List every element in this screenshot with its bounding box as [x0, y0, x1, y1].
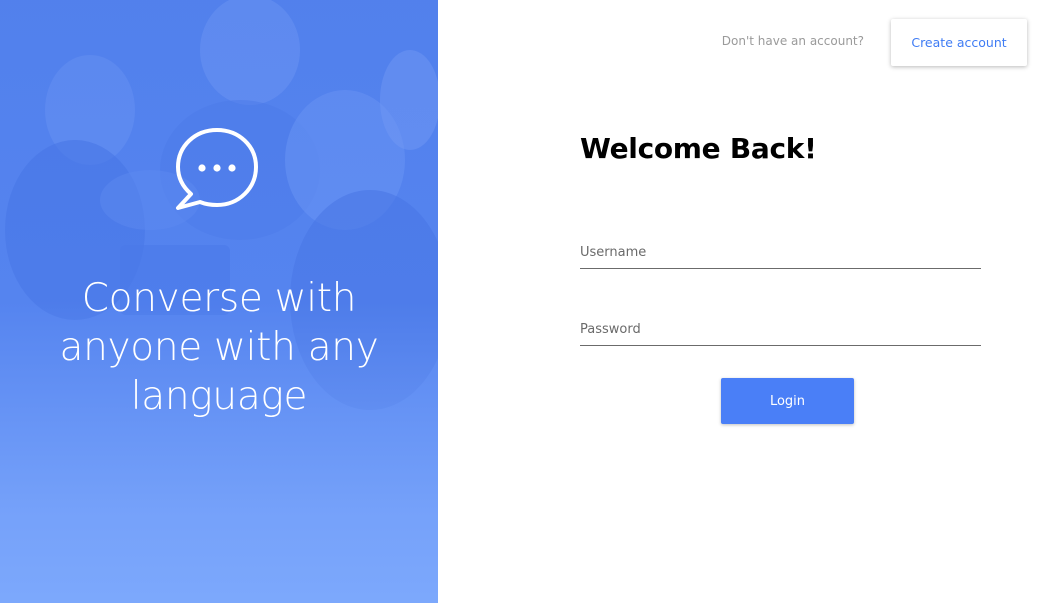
password-input[interactable]	[580, 318, 981, 346]
hero-panel: Converse with anyone with any language	[0, 0, 438, 603]
signup-prompt: Don't have an account?	[721, 34, 864, 48]
hero-tagline: Converse with anyone with any language	[59, 276, 379, 419]
login-button[interactable]: Login	[721, 378, 854, 424]
username-input[interactable]	[580, 241, 981, 269]
page-title: Welcome Back!	[580, 132, 817, 165]
create-account-button[interactable]: Create account	[891, 19, 1027, 66]
chat-bubble-ellipsis-icon	[176, 128, 258, 210]
login-page: Converse with anyone with any language D…	[0, 0, 1051, 603]
